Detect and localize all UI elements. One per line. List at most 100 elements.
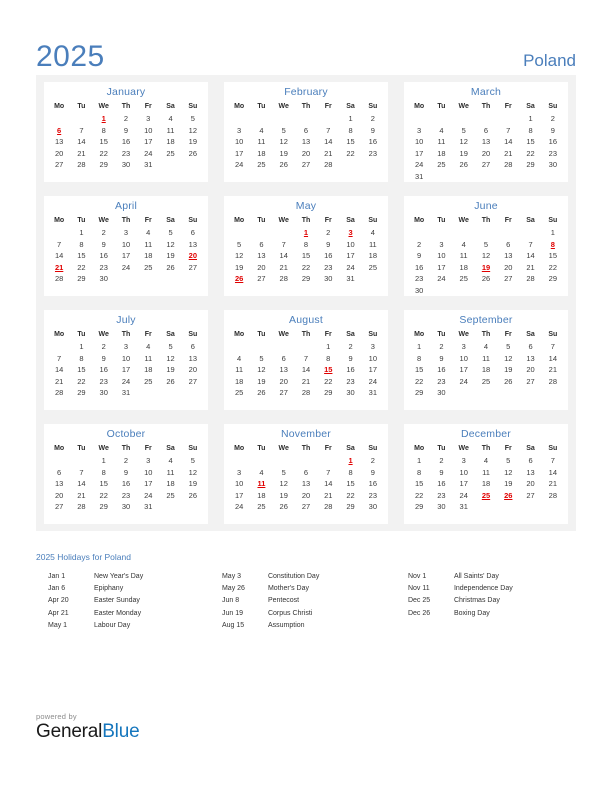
day-cell[interactable]: 17	[430, 262, 452, 274]
day-cell[interactable]: 26	[159, 262, 181, 274]
day-cell[interactable]: 25	[228, 387, 250, 399]
day-cell[interactable]: 24	[228, 501, 250, 513]
day-cell[interactable]: 4	[137, 341, 159, 353]
day-cell[interactable]: 7	[70, 467, 92, 479]
day-cell-holiday[interactable]: 1	[339, 455, 361, 467]
day-cell[interactable]: 4	[250, 125, 272, 137]
day-cell[interactable]: 8	[408, 467, 430, 479]
day-cell[interactable]: 12	[273, 136, 295, 148]
day-cell[interactable]: 18	[228, 376, 250, 388]
day-cell[interactable]: 16	[317, 250, 339, 262]
day-cell[interactable]: 30	[542, 159, 564, 171]
day-cell[interactable]: 8	[339, 467, 361, 479]
day-cell[interactable]: 20	[182, 364, 204, 376]
day-cell[interactable]: 24	[339, 262, 361, 274]
day-cell[interactable]: 25	[430, 159, 452, 171]
day-cell[interactable]: 11	[250, 136, 272, 148]
day-cell[interactable]: 10	[115, 353, 137, 365]
day-cell[interactable]: 23	[362, 490, 384, 502]
day-cell[interactable]: 12	[497, 353, 519, 365]
day-cell[interactable]: 27	[182, 376, 204, 388]
day-cell[interactable]: 13	[295, 478, 317, 490]
day-cell[interactable]: 18	[250, 148, 272, 160]
day-cell[interactable]: 23	[430, 490, 452, 502]
day-cell[interactable]: 13	[497, 250, 519, 262]
day-cell[interactable]: 12	[228, 250, 250, 262]
day-cell[interactable]: 11	[159, 125, 181, 137]
day-cell[interactable]: 23	[317, 262, 339, 274]
day-cell[interactable]: 6	[497, 239, 519, 251]
day-cell[interactable]: 12	[159, 239, 181, 251]
day-cell[interactable]: 14	[48, 250, 70, 262]
day-cell[interactable]: 29	[519, 159, 541, 171]
day-cell[interactable]: 23	[408, 273, 430, 285]
day-cell[interactable]: 19	[159, 250, 181, 262]
day-cell[interactable]: 10	[362, 353, 384, 365]
day-cell[interactable]: 7	[273, 239, 295, 251]
day-cell[interactable]: 23	[93, 262, 115, 274]
day-cell[interactable]: 14	[295, 364, 317, 376]
day-cell[interactable]: 2	[339, 341, 361, 353]
day-cell[interactable]: 2	[93, 341, 115, 353]
day-cell[interactable]: 10	[228, 478, 250, 490]
day-cell[interactable]: 5	[182, 113, 204, 125]
day-cell[interactable]: 14	[317, 478, 339, 490]
day-cell[interactable]: 15	[339, 478, 361, 490]
day-cell[interactable]: 18	[453, 262, 475, 274]
day-cell[interactable]: 14	[70, 478, 92, 490]
day-cell[interactable]: 1	[93, 455, 115, 467]
day-cell[interactable]: 13	[475, 136, 497, 148]
day-cell[interactable]: 11	[228, 364, 250, 376]
day-cell[interactable]: 29	[317, 387, 339, 399]
day-cell[interactable]: 1	[519, 113, 541, 125]
day-cell[interactable]: 19	[159, 364, 181, 376]
day-cell[interactable]: 29	[295, 273, 317, 285]
day-cell[interactable]: 10	[430, 250, 452, 262]
day-cell[interactable]: 2	[362, 455, 384, 467]
day-cell[interactable]: 4	[430, 125, 452, 137]
day-cell[interactable]: 22	[339, 490, 361, 502]
day-cell[interactable]: 11	[475, 467, 497, 479]
day-cell[interactable]: 16	[362, 136, 384, 148]
day-cell[interactable]: 17	[228, 148, 250, 160]
day-cell[interactable]: 22	[408, 376, 430, 388]
day-cell[interactable]: 13	[273, 364, 295, 376]
day-cell[interactable]: 7	[542, 341, 564, 353]
day-cell[interactable]: 1	[339, 113, 361, 125]
day-cell[interactable]: 16	[339, 364, 361, 376]
day-cell[interactable]: 27	[295, 159, 317, 171]
day-cell[interactable]: 31	[453, 501, 475, 513]
day-cell[interactable]: 22	[93, 148, 115, 160]
day-cell[interactable]: 11	[137, 239, 159, 251]
day-cell[interactable]: 10	[115, 239, 137, 251]
day-cell[interactable]: 19	[273, 490, 295, 502]
day-cell[interactable]: 16	[430, 364, 452, 376]
day-cell[interactable]: 23	[542, 148, 564, 160]
day-cell[interactable]: 17	[115, 364, 137, 376]
day-cell[interactable]: 31	[362, 387, 384, 399]
day-cell[interactable]: 25	[250, 501, 272, 513]
day-cell[interactable]: 5	[497, 341, 519, 353]
day-cell[interactable]: 30	[362, 501, 384, 513]
day-cell[interactable]: 28	[317, 501, 339, 513]
day-cell[interactable]: 28	[70, 501, 92, 513]
day-cell[interactable]: 24	[228, 159, 250, 171]
day-cell[interactable]: 19	[497, 364, 519, 376]
day-cell[interactable]: 24	[115, 262, 137, 274]
day-cell[interactable]: 10	[408, 136, 430, 148]
day-cell[interactable]: 9	[362, 125, 384, 137]
day-cell[interactable]: 27	[497, 273, 519, 285]
day-cell[interactable]: 27	[295, 501, 317, 513]
day-cell[interactable]: 21	[70, 148, 92, 160]
day-cell[interactable]: 7	[48, 239, 70, 251]
day-cell[interactable]: 25	[137, 262, 159, 274]
day-cell[interactable]: 11	[362, 239, 384, 251]
day-cell[interactable]: 4	[475, 455, 497, 467]
day-cell[interactable]: 14	[317, 136, 339, 148]
day-cell[interactable]: 9	[362, 467, 384, 479]
day-cell[interactable]: 22	[339, 148, 361, 160]
day-cell[interactable]: 14	[70, 136, 92, 148]
day-cell[interactable]: 19	[497, 478, 519, 490]
day-cell[interactable]: 2	[317, 227, 339, 239]
day-cell[interactable]: 9	[93, 353, 115, 365]
